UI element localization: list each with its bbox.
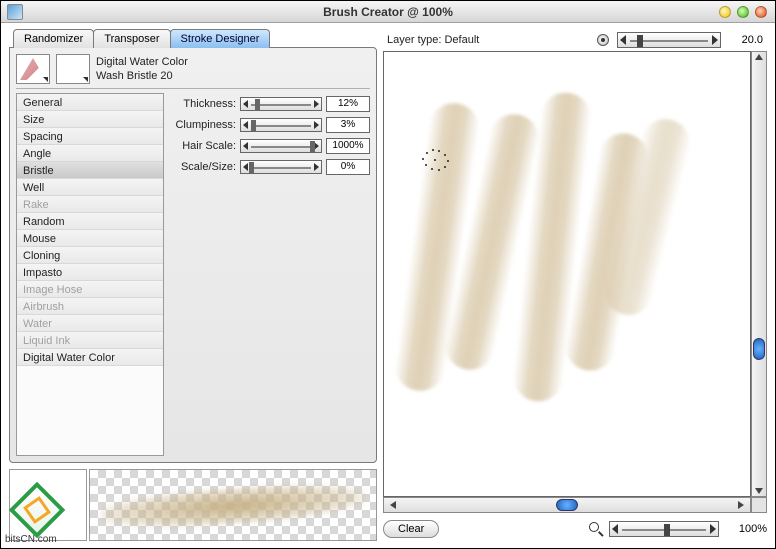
scale-size-slider[interactable] bbox=[240, 160, 322, 174]
title-bar: Brush Creator @ 100% bbox=[1, 1, 775, 23]
category-item[interactable]: Spacing bbox=[17, 128, 163, 145]
scale-size-value[interactable]: 0% bbox=[326, 159, 370, 175]
dropdown-icon bbox=[83, 77, 88, 82]
brush-variant-selector[interactable] bbox=[56, 54, 90, 84]
thickness-value[interactable]: 12% bbox=[326, 96, 370, 112]
dropdown-icon bbox=[43, 77, 48, 82]
scroll-corner bbox=[751, 497, 767, 513]
category-item[interactable]: Well bbox=[17, 179, 163, 196]
layer-type-label: Layer type: Default bbox=[387, 34, 479, 46]
category-item[interactable]: Mouse bbox=[17, 230, 163, 247]
close-button[interactable] bbox=[755, 6, 767, 18]
clumpiness-value[interactable]: 3% bbox=[326, 117, 370, 133]
category-item[interactable]: Digital Water Color bbox=[17, 349, 163, 366]
category-item[interactable]: Angle bbox=[17, 145, 163, 162]
increment-icon[interactable] bbox=[314, 121, 319, 129]
category-item: Liquid Ink bbox=[17, 332, 163, 349]
category-item[interactable]: Cloning bbox=[17, 247, 163, 264]
stroke-preview bbox=[89, 469, 377, 541]
decrement-icon[interactable] bbox=[243, 142, 248, 150]
category-list[interactable]: GeneralSizeSpacingAngleBristleWellRakeRa… bbox=[16, 93, 164, 456]
brush-tip-preview bbox=[9, 469, 87, 541]
magnifier-icon bbox=[589, 522, 603, 536]
maximize-button[interactable] bbox=[737, 6, 749, 18]
hair-scale-label: Hair Scale: bbox=[170, 140, 236, 152]
window-title: Brush Creator @ 100% bbox=[1, 5, 775, 19]
category-item: Airbrush bbox=[17, 298, 163, 315]
minimize-button[interactable] bbox=[719, 6, 731, 18]
scratch-pad-canvas[interactable] bbox=[383, 51, 751, 497]
category-item[interactable]: Random bbox=[17, 213, 163, 230]
bristle-controls: Thickness: 12% Clumpiness: bbox=[170, 93, 370, 456]
increment-icon[interactable] bbox=[712, 35, 718, 45]
stroke-designer-panel: Digital Water Color Wash Bristle 20 Gene… bbox=[9, 47, 377, 463]
thickness-slider[interactable] bbox=[240, 97, 322, 111]
thickness-label: Thickness: bbox=[170, 98, 236, 110]
tab-bar: Randomizer Transposer Stroke Designer bbox=[13, 29, 377, 48]
painted-stroke bbox=[412, 102, 682, 432]
clumpiness-slider[interactable] bbox=[240, 118, 322, 132]
category-item[interactable]: Size bbox=[17, 111, 163, 128]
increment-icon[interactable] bbox=[710, 524, 716, 534]
scroll-right-icon[interactable] bbox=[738, 501, 748, 509]
tab-transposer[interactable]: Transposer bbox=[93, 29, 170, 48]
scroll-handle[interactable] bbox=[753, 338, 765, 360]
brush-size-toggle[interactable] bbox=[597, 34, 609, 46]
scroll-left-icon[interactable] bbox=[386, 501, 396, 509]
decrement-icon[interactable] bbox=[243, 100, 248, 108]
clumpiness-label: Clumpiness: bbox=[170, 119, 236, 131]
category-item: Rake bbox=[17, 196, 163, 213]
scroll-up-icon[interactable] bbox=[755, 54, 763, 60]
horizontal-scrollbar[interactable] bbox=[383, 497, 751, 513]
zoom-slider[interactable] bbox=[609, 521, 719, 537]
increment-icon[interactable] bbox=[314, 163, 319, 171]
brush-size-value[interactable]: 20.0 bbox=[729, 34, 763, 46]
decrement-icon[interactable] bbox=[243, 121, 248, 129]
category-item[interactable]: Bristle bbox=[17, 162, 163, 179]
scroll-down-icon[interactable] bbox=[755, 488, 763, 494]
decrement-icon[interactable] bbox=[612, 524, 618, 534]
brush-cursor-icon bbox=[420, 148, 450, 172]
brush-category-selector[interactable] bbox=[16, 54, 50, 84]
brush-header: Digital Water Color Wash Bristle 20 bbox=[16, 54, 370, 89]
zoom-value[interactable]: 100% bbox=[725, 523, 767, 535]
brush-size-slider[interactable] bbox=[617, 32, 721, 48]
hair-scale-value[interactable]: 1000% bbox=[326, 138, 370, 154]
brush-variant-label: Wash Bristle 20 bbox=[96, 69, 188, 83]
category-item[interactable]: Impasto bbox=[17, 264, 163, 281]
category-item: Water bbox=[17, 315, 163, 332]
clear-button[interactable]: Clear bbox=[383, 520, 439, 538]
scale-size-label: Scale/Size: bbox=[170, 161, 236, 173]
category-item[interactable]: General bbox=[17, 94, 163, 111]
brush-category-label: Digital Water Color bbox=[96, 55, 188, 69]
increment-icon[interactable] bbox=[314, 100, 319, 108]
tab-stroke-designer[interactable]: Stroke Designer bbox=[170, 29, 271, 48]
hair-scale-slider[interactable] bbox=[240, 139, 322, 153]
tab-randomizer[interactable]: Randomizer bbox=[13, 29, 94, 48]
category-item: Image Hose bbox=[17, 281, 163, 298]
decrement-icon[interactable] bbox=[620, 35, 626, 45]
scroll-handle[interactable] bbox=[556, 499, 578, 511]
vertical-scrollbar[interactable] bbox=[751, 51, 767, 497]
window-controls bbox=[719, 6, 767, 18]
decrement-icon[interactable] bbox=[243, 163, 248, 171]
